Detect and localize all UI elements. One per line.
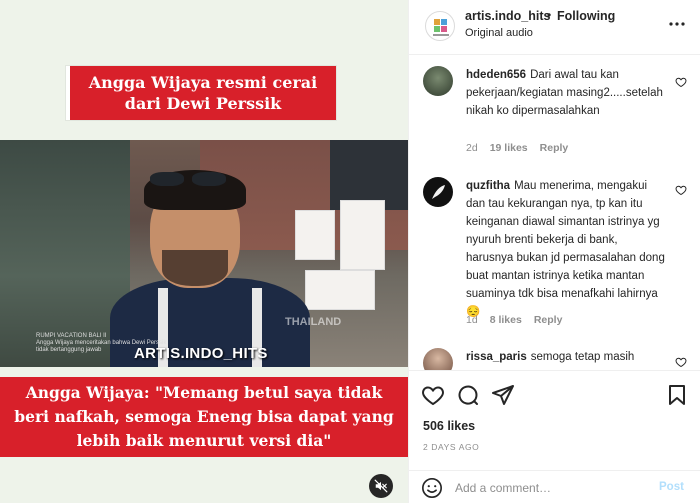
title-banner: Angga Wijaya resmi cerai dari Dewi Perss… [66, 66, 336, 120]
commenter-avatar[interactable] [423, 348, 453, 370]
like-comment-heart-icon[interactable] [675, 76, 687, 88]
header-avatar[interactable] [425, 11, 455, 41]
commenter-avatar[interactable] [423, 66, 453, 96]
muted-speaker-icon [374, 479, 388, 493]
add-comment-bar: Post [409, 470, 700, 503]
beard [162, 250, 228, 286]
sunglasses-left [150, 172, 184, 186]
post-comment-button[interactable]: Post [659, 481, 684, 493]
header-separator: • [547, 8, 552, 22]
comment-meta: 1d 8 likes Reply [466, 314, 574, 326]
more-options-icon[interactable] [667, 14, 687, 34]
heart-icon[interactable] [421, 383, 445, 407]
comments-list[interactable]: hdeden656 Dari awal tau kan pekerjaan/keg… [409, 56, 700, 370]
bookmark-icon[interactable] [665, 383, 689, 407]
comment-username[interactable]: hdeden656 [466, 69, 526, 81]
share-icon[interactable] [491, 383, 515, 407]
post-header: artis.indo_hits • Following Original aud… [409, 0, 700, 55]
comment-age: 2d [466, 142, 478, 154]
mute-button[interactable] [369, 474, 393, 498]
post-actions: 506 likes 2 DAYS AGO [409, 370, 700, 466]
post-timestamp: 2 DAYS AGO [423, 442, 480, 452]
comment-likes[interactable]: 8 likes [490, 314, 522, 326]
original-audio-link[interactable]: Original audio [465, 27, 533, 39]
comment-username[interactable]: rissa_paris [466, 351, 527, 363]
commenter-avatar[interactable] [423, 177, 453, 207]
comment-input[interactable] [455, 477, 645, 499]
emoji-icon[interactable] [421, 477, 443, 499]
comment-likes[interactable]: 19 likes [490, 142, 528, 154]
quote-banner-text: Angga Wijaya: "Memang betul saya tidak b… [14, 383, 394, 450]
account-watermark: ARTIS.INDO_HITS [134, 345, 268, 362]
likes-count[interactable]: 506 likes [423, 419, 475, 433]
comment-icon[interactable] [456, 383, 480, 407]
faint-watermark: THAILAND [285, 316, 342, 328]
reply-button[interactable]: Reply [534, 314, 563, 326]
feather-avatar-icon [432, 185, 445, 199]
comment-username[interactable]: quzfitha [466, 180, 510, 192]
following-button[interactable]: Following [557, 9, 615, 23]
video-frame[interactable]: RUMPI VACATION BALI II Angga Wijaya menc… [0, 140, 408, 367]
account-logo-icon [433, 19, 449, 36]
like-comment-heart-icon[interactable] [675, 184, 687, 196]
like-comment-heart-icon[interactable] [675, 356, 687, 368]
header-username[interactable]: artis.indo_hits [465, 9, 550, 23]
reply-button[interactable]: Reply [540, 142, 569, 154]
sunglasses-right [192, 172, 226, 186]
comment-text: rissa_paris semoga tetap masih [466, 351, 635, 363]
quote-banner: Angga Wijaya: "Memang betul saya tidak b… [0, 377, 408, 457]
post-media[interactable]: Angga Wijaya resmi cerai dari Dewi Perss… [0, 0, 408, 503]
post-side-panel: artis.indo_hits • Following Original aud… [408, 0, 700, 503]
comment-text: quzfitha Mau menerima, mengakui dan tau k… [466, 180, 665, 318]
title-banner-text: Angga Wijaya resmi cerai dari Dewi Perss… [88, 73, 318, 113]
comment-age: 1d [466, 314, 478, 326]
comment-text: hdeden656 Dari awal tau kan pekerjaan/keg… [466, 69, 663, 117]
comment-meta: 2d 19 likes Reply [466, 142, 580, 154]
